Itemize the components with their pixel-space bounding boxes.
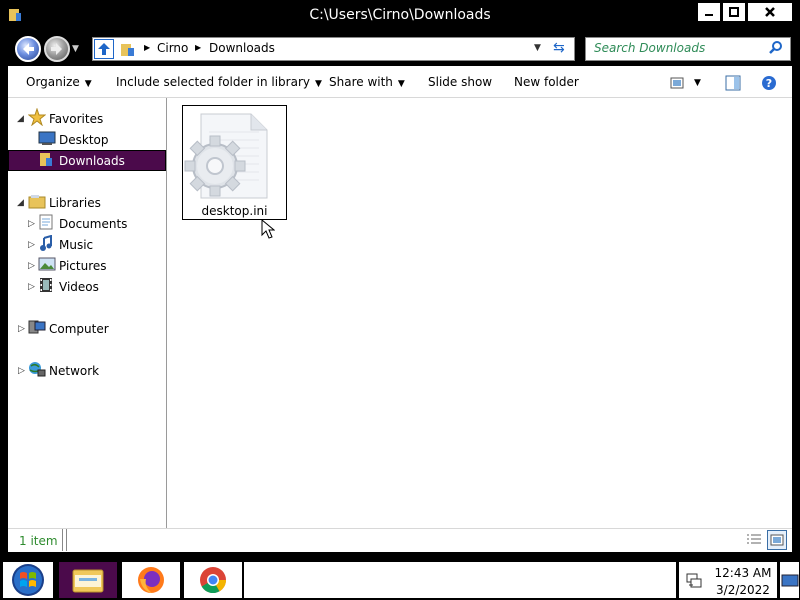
- clock-time[interactable]: 12:43 AM: [708, 566, 778, 580]
- tree-videos[interactable]: ▷ Videos: [8, 276, 166, 297]
- status-divider: [62, 529, 63, 551]
- include-in-library-button[interactable]: Include selected folder in library ▼: [116, 75, 322, 89]
- arrow-right-icon: [51, 43, 62, 55]
- star-icon: [27, 107, 47, 129]
- collapsed-arrow-icon[interactable]: ▷: [18, 366, 25, 376]
- collapsed-arrow-icon[interactable]: ▷: [28, 219, 35, 229]
- back-button[interactable]: [15, 36, 41, 62]
- close-button[interactable]: [747, 2, 793, 22]
- refresh-icon[interactable]: ⇆: [553, 40, 565, 56]
- arrow-up-icon: [98, 43, 110, 55]
- tree-downloads[interactable]: Downloads: [8, 150, 166, 171]
- chevron-right-icon[interactable]: ▶: [144, 43, 150, 52]
- taskbar-firefox-button[interactable]: [121, 561, 181, 599]
- minimize-icon: [705, 14, 713, 16]
- settings-file-icon: [184, 113, 268, 199]
- breadcrumb-cirno[interactable]: Cirno: [157, 41, 188, 55]
- network-icon: [28, 361, 46, 380]
- item-count: 1 item: [19, 534, 58, 548]
- slide-show-button[interactable]: Slide show: [428, 75, 492, 89]
- chevron-down-icon: ▼: [397, 79, 405, 89]
- tree-computer[interactable]: ▷ Computer: [8, 318, 166, 339]
- recent-pages-dropdown[interactable]: ▼: [72, 44, 79, 54]
- maximize-icon: [729, 7, 739, 17]
- tree-libraries[interactable]: ◢ Libraries: [8, 192, 166, 213]
- taskbar-empty-area[interactable]: [243, 561, 677, 599]
- breadcrumb-downloads[interactable]: Downloads: [209, 41, 275, 55]
- new-folder-button[interactable]: New folder: [514, 75, 579, 89]
- computer-icon: [28, 319, 46, 338]
- firefox-icon: [138, 567, 164, 593]
- collapsed-arrow-icon[interactable]: ▷: [28, 282, 35, 292]
- chevron-right-icon[interactable]: ▶: [195, 43, 201, 52]
- file-explorer-icon: [72, 569, 104, 593]
- forward-button[interactable]: [44, 36, 70, 62]
- collapsed-arrow-icon[interactable]: ▷: [18, 324, 25, 334]
- change-view-icon[interactable]: [670, 76, 686, 93]
- start-button[interactable]: [2, 561, 54, 599]
- collapsed-arrow-icon[interactable]: ▷: [28, 240, 35, 250]
- libraries-icon: [28, 193, 46, 212]
- show-desktop-button[interactable]: [779, 561, 800, 599]
- file-item[interactable]: [182, 105, 287, 220]
- mouse-cursor-icon: [261, 218, 276, 242]
- collapsed-arrow-icon[interactable]: ▷: [28, 261, 35, 271]
- tree-desktop[interactable]: Desktop: [8, 129, 166, 150]
- chrome-icon: [200, 567, 227, 594]
- music-icon: [38, 234, 54, 254]
- taskbar-explorer-button[interactable]: [58, 561, 118, 599]
- minimize-button[interactable]: [697, 2, 721, 22]
- organize-button[interactable]: Organize ▼: [26, 75, 92, 89]
- tree-pictures[interactable]: ▷ Pictures: [8, 255, 166, 276]
- chevron-down-icon: ▼: [314, 79, 322, 89]
- window-title: C:\Users\Cirno\Downloads: [309, 7, 491, 23]
- up-button[interactable]: [94, 39, 114, 59]
- status-bar: [8, 528, 792, 552]
- tree-network[interactable]: ▷ Network: [8, 360, 166, 381]
- taskbar-chrome-button[interactable]: [183, 561, 243, 599]
- search-placeholder: Search Downloads: [594, 41, 706, 55]
- view-options-dropdown[interactable]: ▼: [694, 78, 701, 88]
- chevron-down-icon[interactable]: ▼: [534, 43, 541, 53]
- pictures-icon: [38, 256, 56, 275]
- windows-logo-icon: [12, 564, 44, 596]
- maximize-button[interactable]: [722, 2, 746, 22]
- arrow-left-icon: [23, 43, 34, 55]
- clock-date[interactable]: 3/2/2022: [708, 583, 778, 597]
- documents-icon: [38, 214, 54, 233]
- show-desktop-icon: [781, 574, 799, 587]
- downloads-folder-icon: [38, 151, 54, 170]
- help-icon[interactable]: ?: [761, 75, 777, 94]
- share-with-button[interactable]: Share with ▼: [329, 75, 405, 89]
- tree-favorites[interactable]: ◢ Favorites: [8, 107, 166, 129]
- status-divider: [66, 529, 67, 551]
- expanded-arrow-icon[interactable]: ◢: [17, 198, 24, 208]
- folder-icon: [120, 41, 136, 60]
- large-icons-view-button[interactable]: [767, 530, 787, 550]
- desktop-icon: [38, 130, 56, 149]
- tree-documents[interactable]: ▷ Documents: [8, 213, 166, 234]
- expanded-arrow-icon[interactable]: ◢: [17, 114, 24, 124]
- svg-text:?: ?: [766, 77, 772, 90]
- large-icons-view-icon: [770, 534, 784, 546]
- tree-music[interactable]: ▷ Music: [8, 234, 166, 255]
- videos-icon: [38, 277, 54, 296]
- close-icon: [765, 7, 775, 17]
- chevron-down-icon: ▼: [84, 79, 92, 89]
- preview-pane-icon[interactable]: [725, 75, 741, 94]
- search-icon[interactable]: [768, 40, 784, 59]
- network-status-icon[interactable]: [685, 571, 703, 592]
- details-view-icon[interactable]: [746, 533, 762, 550]
- file-name: desktop.ini: [201, 204, 268, 218]
